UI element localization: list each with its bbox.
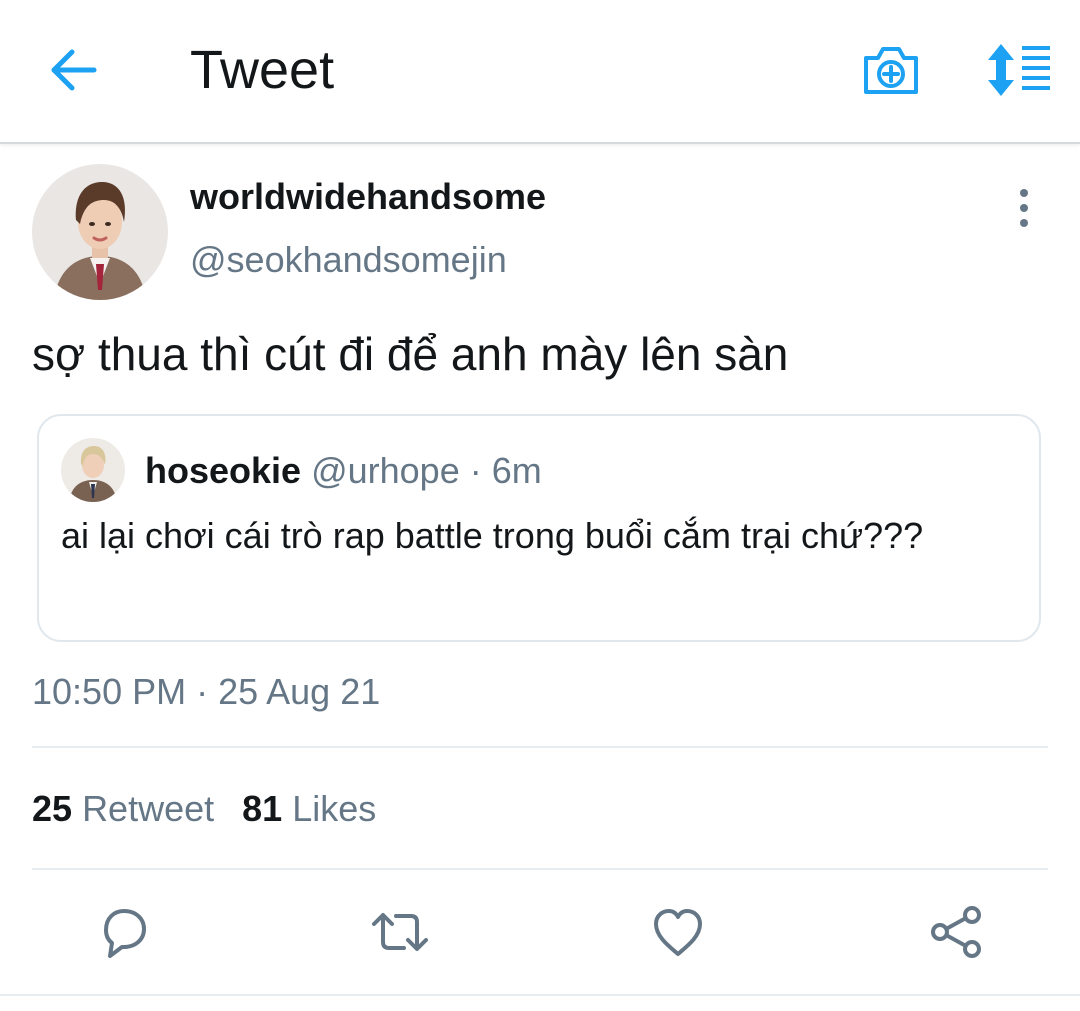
- avatar-image: [61, 438, 125, 502]
- retweets-stat[interactable]: 25 Retweet: [32, 788, 214, 829]
- quoted-display-name: hoseokie: [145, 450, 302, 491]
- divider: [32, 746, 1048, 748]
- retweet-button[interactable]: [370, 902, 430, 962]
- bottom-divider: [0, 994, 1080, 996]
- page-title: Tweet: [190, 40, 335, 100]
- tweet-stats: 25 Retweet 81 Likes: [32, 786, 376, 832]
- retweets-label: Retweet: [82, 788, 215, 829]
- author-handle[interactable]: @seokhandsomejin: [190, 238, 507, 282]
- avatar-image: [32, 164, 168, 300]
- share-button[interactable]: [926, 902, 986, 962]
- more-options-button[interactable]: [1004, 186, 1044, 230]
- like-icon: [654, 909, 702, 956]
- quoted-handle: @urhope: [311, 450, 460, 491]
- quoted-avatar: [61, 438, 125, 502]
- reply-icon: [104, 909, 146, 958]
- author-avatar[interactable]: [32, 164, 168, 300]
- camera-plus-icon: [864, 47, 918, 94]
- app-bar: Tweet: [0, 0, 1080, 144]
- tweet-text: sợ thua thì cút đi để anh mày lên sàn: [32, 328, 789, 380]
- quoted-text: ai lại chơi cái trò rap battle trong buổ…: [61, 515, 924, 556]
- sort-list-icon: [988, 44, 1050, 96]
- author-display-name[interactable]: worldwidehandsome: [190, 176, 546, 218]
- quoted-time: 6m: [491, 450, 542, 491]
- sort-button[interactable]: [980, 40, 1052, 100]
- tweet-time: 10:50 PM: [32, 671, 187, 712]
- more-vertical-icon: [1020, 189, 1028, 227]
- retweets-count: 25: [32, 788, 73, 829]
- retweet-icon: [372, 913, 428, 951]
- like-button[interactable]: [648, 902, 708, 962]
- camera-button[interactable]: [860, 40, 922, 100]
- arrow-left-icon: [51, 49, 97, 91]
- share-icon: [931, 906, 981, 958]
- quoted-header: hoseokie @urhope · 6m: [145, 449, 542, 493]
- likes-count: 81: [242, 788, 283, 829]
- likes-stat[interactable]: 81 Likes: [242, 788, 376, 829]
- tweet-timestamp: 10:50 PM · 25 Aug 21: [32, 670, 380, 714]
- likes-label: Likes: [292, 788, 377, 829]
- quoted-tweet[interactable]: hoseokie @urhope · 6m ai lại chơi cái tr…: [37, 414, 1041, 642]
- tweet-date: 25 Aug 21: [218, 671, 381, 712]
- divider: [32, 868, 1048, 870]
- quoted-separator: ·: [469, 450, 482, 491]
- reply-button[interactable]: [94, 902, 154, 962]
- back-button[interactable]: [44, 40, 104, 100]
- timestamp-separator: ·: [196, 671, 209, 712]
